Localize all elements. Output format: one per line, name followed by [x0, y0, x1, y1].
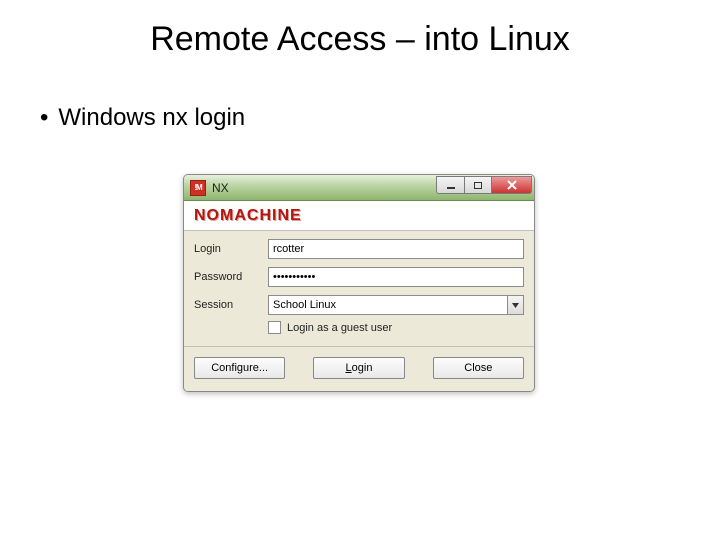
app-icon: !M [190, 180, 206, 196]
session-selected-value: School Linux [269, 299, 507, 311]
window-client-area: NOMACHINE Login Password Session School … [184, 201, 534, 391]
password-row: Password [194, 267, 524, 287]
brand-bar: NOMACHINE [184, 201, 534, 231]
login-row: Login [194, 239, 524, 259]
password-label: Password [194, 271, 268, 283]
minimize-button[interactable] [436, 176, 464, 194]
slide-title: Remote Access – into Linux [0, 20, 720, 59]
guest-checkbox-row: Login as a guest user [194, 321, 524, 334]
login-form: Login Password Session School Linux Logi… [184, 231, 534, 346]
window-title: NX [212, 181, 229, 195]
bullet-line: • Windows nx login [40, 104, 245, 132]
session-dropdown-button[interactable] [507, 296, 523, 314]
close-window-button[interactable] [492, 176, 532, 194]
button-group: Configure... Login Close [184, 346, 534, 391]
guest-checkbox[interactable] [268, 321, 281, 334]
maximize-button[interactable] [464, 176, 492, 194]
configure-button[interactable]: Configure... [194, 357, 285, 379]
window-controls [436, 176, 532, 194]
nx-login-window: !M NX NOMACHINE Login Password Session [183, 174, 535, 392]
login-button[interactable]: Login [313, 357, 404, 379]
session-select[interactable]: School Linux [268, 295, 524, 315]
chevron-down-icon [512, 303, 519, 308]
password-input[interactable] [268, 267, 524, 287]
maximize-icon [474, 182, 482, 189]
session-row: Session School Linux [194, 295, 524, 315]
bullet-text: Windows nx login [58, 104, 245, 131]
minimize-icon [447, 187, 455, 189]
close-button[interactable]: Close [433, 357, 524, 379]
brand-logo: NOMACHINE [194, 207, 302, 225]
bullet-dot: • [40, 104, 48, 131]
window-titlebar[interactable]: !M NX [184, 175, 534, 201]
session-label: Session [194, 299, 268, 311]
login-label: Login [194, 243, 268, 255]
guest-checkbox-label: Login as a guest user [287, 322, 392, 334]
login-input[interactable] [268, 239, 524, 259]
close-icon [507, 180, 517, 190]
